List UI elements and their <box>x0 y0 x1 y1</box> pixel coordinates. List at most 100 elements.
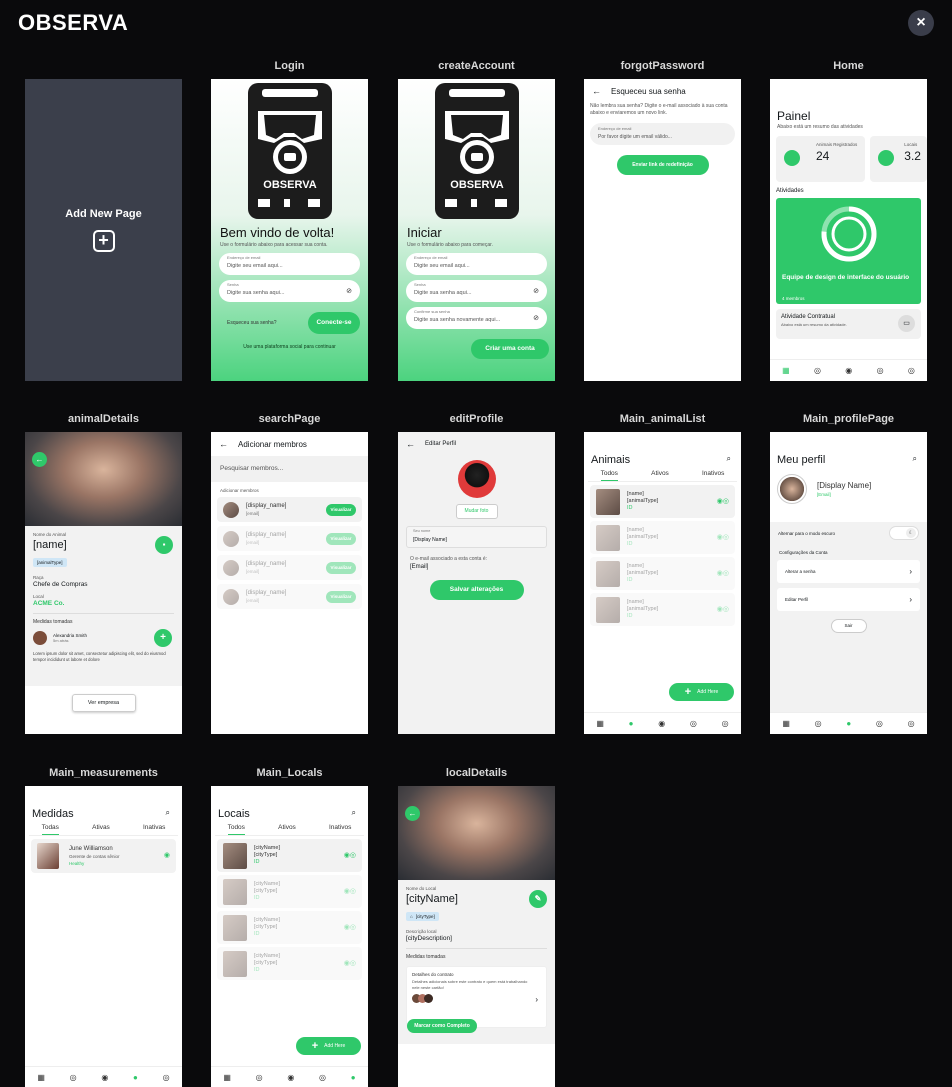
search-icon[interactable]: ⌕ <box>352 808 356 820</box>
chart-nav-icon[interactable]: ● <box>133 1073 138 1082</box>
measurement-row[interactable]: June Williamson Gerente de contas sênior… <box>31 839 176 873</box>
tab-0[interactable]: Todas <box>41 824 59 835</box>
search-icon[interactable]: ⌕ <box>913 454 917 466</box>
member-row[interactable]: [display_name] [email] Visualizar <box>217 584 362 609</box>
view-button[interactable]: Visualizar <box>326 562 356 574</box>
settings-nav-icon[interactable]: ◎ <box>908 719 915 728</box>
connect-button[interactable]: Conecte-se <box>308 312 360 334</box>
stat-card-animals[interactable]: Animais Registrados 24 <box>776 136 866 182</box>
tab-0[interactable]: Todos <box>227 824 245 835</box>
paw-nav-icon[interactable]: ◎ <box>814 366 821 375</box>
back-arrow-icon[interactable]: ← <box>592 86 601 96</box>
edit-icon[interactable]: ✎ <box>529 890 547 908</box>
view-button[interactable]: Visualizar <box>326 533 356 545</box>
back-arrow-icon[interactable]: ← <box>219 439 228 449</box>
dashboard-nav-icon[interactable]: ▦ <box>782 719 790 728</box>
email-field[interactable]: Endereço de email Digite seu email aqui.… <box>219 253 360 275</box>
confirm-password-field[interactable]: Confirme sua senha Digite sua senha nova… <box>406 307 547 329</box>
add-here-button[interactable]: + Add Here <box>296 1037 361 1055</box>
change-password-row[interactable]: Alterar a senha › <box>777 560 920 583</box>
password-field[interactable]: Senha Digite sua senha aqui... ⊘ <box>406 280 547 302</box>
pin-nav-icon[interactable]: ◉ <box>658 719 665 728</box>
member-row[interactable]: [display_name] [email] Visualizar <box>217 555 362 580</box>
dark-mode-toggle[interactable]: ☾ <box>889 526 919 540</box>
message-icon[interactable]: ▪ <box>155 536 173 554</box>
dashboard-nav-icon[interactable]: ▦ <box>782 366 790 375</box>
name-field[interactable]: Seu nome [Display Name] <box>406 526 547 548</box>
back-arrow-icon[interactable]: ← <box>405 806 420 821</box>
page-thumb-animal-details[interactable]: ← ▪ Nome do Animal [name] [animalType] R… <box>25 432 182 734</box>
pin-nav-icon[interactable]: ◉ <box>287 1073 294 1082</box>
list-item[interactable]: [name] [animalType] ID ◉◎ <box>590 557 735 590</box>
stat-card-locals[interactable]: Locais 3.2 <box>870 136 927 182</box>
pin-nav-icon[interactable]: ◉ <box>101 1073 108 1082</box>
search-icon[interactable]: ⌕ <box>727 454 731 466</box>
local-value[interactable]: ACME Co. <box>33 600 174 607</box>
search-input[interactable]: Pesquisar membros... <box>211 456 368 482</box>
tab-2[interactable]: Inativos <box>329 824 351 835</box>
status-toggle-icon[interactable]: ◉◎ <box>717 533 729 541</box>
back-arrow-icon[interactable]: ← <box>406 439 415 449</box>
tab-0[interactable]: Todos <box>600 470 618 481</box>
status-toggle-icon[interactable]: ◉◎ <box>344 923 356 931</box>
tab-2[interactable]: Inativas <box>143 824 165 835</box>
mark-complete-button[interactable]: Marcar como Completo <box>407 1019 477 1033</box>
page-thumb-search[interactable]: ← Adicionar membros Pesquisar membros...… <box>211 432 368 734</box>
status-toggle-icon[interactable]: ◉◎ <box>717 497 729 505</box>
add-measure-button[interactable]: + <box>154 629 172 647</box>
chart-nav-icon[interactable]: ◎ <box>877 366 884 375</box>
view-company-button[interactable]: Ver empresa <box>71 694 136 712</box>
eye-off-icon[interactable]: ⊘ <box>346 287 352 295</box>
paw-nav-icon[interactable]: ◎ <box>256 1073 263 1082</box>
tab-2[interactable]: Inativos <box>702 470 724 481</box>
tab-1[interactable]: Ativos <box>651 470 669 481</box>
tab-1[interactable]: Ativas <box>92 824 110 835</box>
save-changes-button[interactable]: Salvar alterações <box>429 580 524 600</box>
paw-nav-icon[interactable]: ◎ <box>815 719 822 728</box>
page-thumb-profile[interactable]: Meu perfil ⌕ [Display Name] [Email] Alte… <box>770 432 927 734</box>
list-item[interactable]: [cityName] [cityType] ID ◉◎ <box>217 947 362 980</box>
add-here-button[interactable]: + Add Here <box>669 683 734 701</box>
member-row[interactable]: [display_name] [email] Visualizar <box>217 526 362 551</box>
logout-button[interactable]: Sair <box>830 619 867 633</box>
email-field[interactable]: Endereço de email Digite seu email aqui.… <box>406 253 547 275</box>
send-reset-link-button[interactable]: Enviar link de redefinição <box>616 155 709 175</box>
dashboard-nav-icon[interactable]: ▦ <box>37 1073 45 1082</box>
paw-nav-icon[interactable]: ◎ <box>70 1073 77 1082</box>
profile-nav-icon[interactable]: ● <box>846 719 851 728</box>
tab-1[interactable]: Ativos <box>278 824 296 835</box>
eye-off-icon[interactable]: ⊘ <box>533 314 539 322</box>
email-field[interactable]: Endereço de email Por favor digite um em… <box>590 123 735 145</box>
create-account-button[interactable]: Criar uma conta <box>471 339 549 359</box>
search-icon[interactable]: ⌕ <box>166 808 170 820</box>
page-thumb-edit-profile[interactable]: ← Editar Perfil Mudar foto Seu nome [Dis… <box>398 432 555 734</box>
page-thumb-login[interactable]: OBSERVA Bem vindo de volta! Use o formul… <box>211 79 368 381</box>
status-toggle-icon[interactable]: ◉◎ <box>344 887 356 895</box>
view-button[interactable]: Visualizar <box>326 504 356 516</box>
page-thumb-locals[interactable]: Locais ⌕ Todos Ativos Inativos [cityName][… <box>211 786 368 1087</box>
contract-card[interactable]: Detalhes do contrato Detalhes adicionais… <box>406 966 547 1033</box>
folder-icon[interactable]: ▭ <box>898 315 915 332</box>
close-button[interactable]: × <box>908 10 934 36</box>
contract-card[interactable]: Atividade Contratual Abaixo está um resu… <box>776 309 921 339</box>
paw-nav-icon[interactable]: ● <box>629 719 634 728</box>
profile-nav-icon[interactable]: ◎ <box>722 719 729 728</box>
page-thumb-forgot-password[interactable]: ← Esqueceu sua senha Não lembra sua senh… <box>584 79 741 381</box>
list-item[interactable]: [name] [animalType] ID ◉◎ <box>590 521 735 554</box>
chart-nav-icon[interactable]: ◎ <box>876 719 883 728</box>
page-thumb-animal-list[interactable]: Animais ⌕ Todos Ativos Inativos [name] [ani… <box>584 432 741 734</box>
status-toggle-icon[interactable]: ◉◎ <box>717 605 729 613</box>
page-thumb-measurements[interactable]: Medidas ⌕ Todas Ativas Inativas June Willi… <box>25 786 182 1087</box>
list-item[interactable]: [name] [animalType] ID ◉◎ <box>590 485 735 518</box>
status-toggle-icon[interactable]: ◉◎ <box>344 851 356 859</box>
page-thumb-home[interactable]: Painel Abaixo está um resumo das ativida… <box>770 79 927 381</box>
eye-off-icon[interactable]: ⊘ <box>533 287 539 295</box>
list-item[interactable]: [cityName] [cityType] ID ◉◎ <box>217 875 362 908</box>
forgot-password-link[interactable]: Esqueceu sua senha? <box>227 320 276 326</box>
list-item[interactable]: [cityName] [cityType] ID ◉◎ <box>217 911 362 944</box>
status-toggle-icon[interactable]: ◉◎ <box>344 959 356 967</box>
chart-nav-icon[interactable]: ◎ <box>690 719 697 728</box>
page-thumb-create-account[interactable]: OBSERVA Iniciar Use o formulário abaixo … <box>398 79 555 381</box>
list-item[interactable]: [name] [animalType] ID ◉◎ <box>590 593 735 626</box>
profile-nav-icon[interactable]: ◎ <box>163 1073 170 1082</box>
